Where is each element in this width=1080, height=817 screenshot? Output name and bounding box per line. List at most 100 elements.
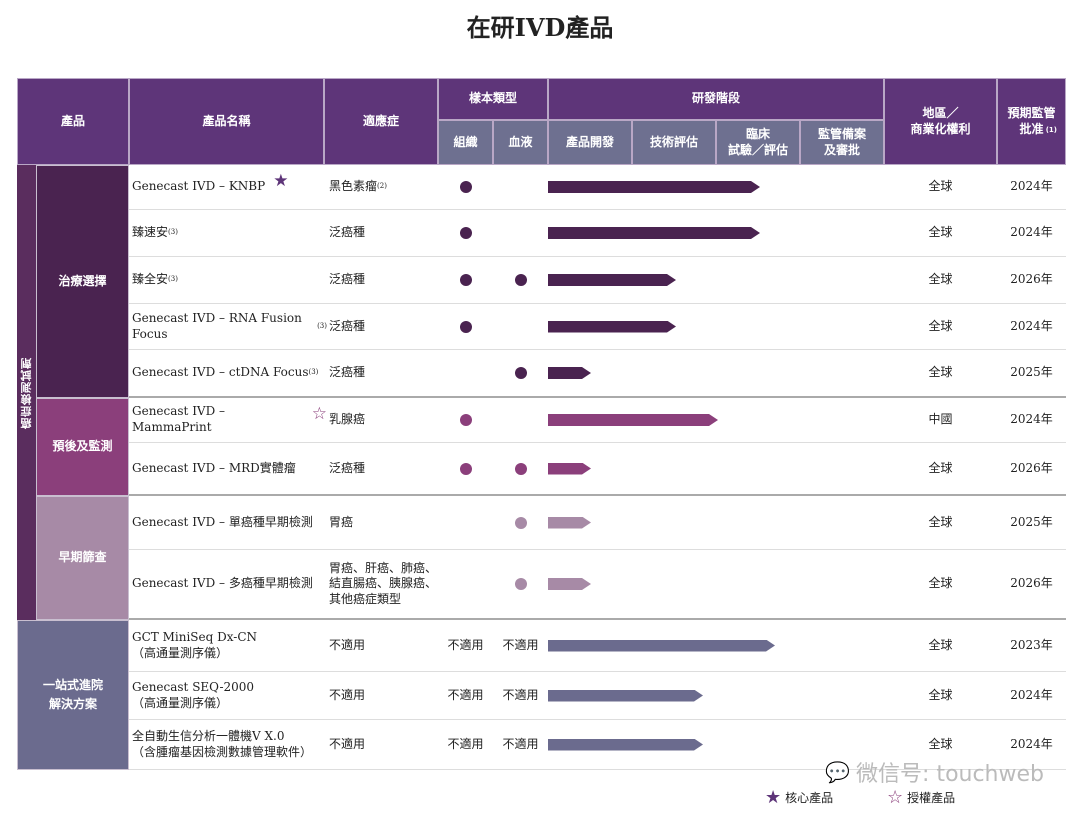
vertical-label-cancer-tests: 癌症檢測試劑 — [17, 165, 36, 620]
product-name: Genecast IVD – ctDNA Focus (3) — [132, 350, 327, 396]
category-treatment: 治療選擇 — [36, 165, 129, 398]
product-name: 臻速安 (3) — [132, 210, 327, 256]
product-name-text: Genecast IVD – RNA Fusion Focus — [132, 310, 302, 341]
expected-approval: 2025年 — [1010, 365, 1053, 380]
footnote-marker: (2) — [377, 182, 387, 191]
expected-approval: 2024年 — [1010, 412, 1053, 427]
blood-cell — [493, 350, 548, 396]
product-name-text: Genecast IVD – MammaPrint — [132, 404, 226, 434]
header-rd-stage: 研發階段 — [548, 78, 884, 120]
sample-dot — [459, 181, 472, 193]
indication: 泛癌種 — [329, 210, 443, 256]
indication: 不適用 — [329, 720, 443, 769]
indication-text: 不適用 — [329, 687, 366, 702]
legend-licensed: ☆ 授權產品 — [887, 787, 955, 808]
sample-dot — [459, 462, 472, 475]
tissue-value: 不適用 — [447, 687, 484, 702]
expected-approval: 2023年 — [1010, 637, 1053, 652]
category-screening: 早期篩查 — [36, 496, 129, 620]
region: 全球 — [928, 179, 953, 194]
filled-star-icon: ★ — [765, 787, 782, 808]
blood-cell — [493, 165, 548, 209]
blood-cell — [493, 550, 548, 618]
product-name: 臻全安 (3) — [132, 257, 327, 303]
progress-bar — [548, 181, 760, 193]
footnote-marker: (3) — [308, 368, 319, 377]
indication: 胃癌 — [329, 496, 443, 549]
table-row: Genecast IVD – ctDNA Focus (3) 泛癌種 全球 202… — [129, 350, 1066, 398]
indication: 胃癌、肝癌、肺癌、 結直腸癌、胰腺癌、 其他癌症類型 — [329, 550, 443, 618]
table-row: Genecast IVD – MRD實體瘤 泛癌種 全球 2026年 — [129, 443, 1066, 496]
progress-bar — [548, 640, 775, 652]
indication-text: 泛癌種 — [329, 225, 366, 240]
region: 全球 — [928, 318, 953, 333]
category-onestop: 一站式進院 解決方案 — [17, 620, 129, 770]
table-row: Genecast IVD – MammaPrint ☆ 乳腺癌 中國 2024年 — [129, 398, 1066, 443]
product-name: GCT MiniSeq Dx-CN （高通量測序儀） — [132, 620, 327, 671]
licensed-product-star-icon: ☆ — [311, 403, 327, 424]
blood-cell: 不適用 — [493, 672, 548, 719]
product-name-text: Genecast IVD – KNBP — [132, 179, 266, 194]
progress-bar — [548, 578, 591, 590]
tissue-cell — [438, 304, 493, 349]
product-name-text: Genecast IVD – MRD實體瘤 — [132, 460, 296, 475]
tissue-cell — [438, 257, 493, 303]
header-name: 產品名稱 — [129, 78, 324, 165]
indication: 泛癌種 — [329, 304, 443, 349]
table-row: 臻全安 (3) 泛癌種 全球 2026年 — [129, 257, 1066, 304]
product-name: Genecast IVD – KNBP ★ — [132, 165, 327, 209]
indication-text: 不適用 — [329, 637, 366, 652]
sample-dot — [459, 227, 472, 239]
sample-dot — [514, 462, 527, 475]
product-name: Genecast IVD – MRD實體瘤 — [132, 443, 327, 494]
product-name-text: 全自動生信分析一體機V X.0 （含腫瘤基因檢測數據管理軟件） — [132, 728, 313, 759]
header-product: 產品 — [17, 78, 129, 165]
table-row: Genecast IVD – 單癌種早期檢測 胃癌 全球 2025年 — [129, 496, 1066, 550]
region: 全球 — [928, 687, 953, 702]
expected-approval: 2026年 — [1010, 460, 1053, 475]
product-name-text: 臻全安 — [132, 272, 169, 287]
blood-cell: 不適用 — [493, 720, 548, 769]
legend-core: ★ 核心產品 — [765, 787, 833, 808]
tissue-value: 不適用 — [447, 637, 484, 652]
indication-text: 泛癌種 — [329, 460, 366, 475]
expected-approval: 2024年 — [1010, 318, 1053, 333]
expected-approval: 2024年 — [1010, 687, 1053, 702]
sample-dot — [459, 274, 472, 286]
indication-text: 胃癌 — [329, 514, 354, 529]
footnote-marker: (3) — [317, 321, 327, 330]
header-sample-type: 樣本類型 — [438, 78, 548, 120]
indication: 乳腺癌 — [329, 398, 443, 442]
tissue-value: 不適用 — [447, 736, 484, 751]
region: 全球 — [928, 365, 953, 380]
header-tissue: 組織 — [438, 120, 493, 165]
product-name-text: Genecast IVD – 單癌種早期檢測 — [132, 514, 313, 529]
table-row: Genecast IVD – RNA Fusion Focus (3) 泛癌種 全… — [129, 304, 1066, 350]
tissue-cell: 不適用 — [438, 620, 493, 671]
expected-approval: 2026年 — [1010, 576, 1053, 591]
blood-cell: 不適用 — [493, 620, 548, 671]
header-blood: 血液 — [493, 120, 548, 165]
progress-bar — [548, 321, 676, 333]
tissue-cell — [438, 496, 493, 549]
progress-bar — [548, 517, 591, 529]
tissue-cell — [438, 165, 493, 209]
watermark: 💬 微信号: touchweb — [825, 756, 1044, 788]
indication-text: 泛癌種 — [329, 272, 366, 287]
expected-approval: 2024年 — [1010, 225, 1053, 240]
sample-dot — [459, 320, 472, 333]
vertical-label-text: 癌症檢測試劑 — [19, 356, 33, 429]
sample-dot — [459, 414, 472, 426]
watermark-text: 微信号: touchweb — [856, 762, 1044, 787]
region: 全球 — [928, 460, 953, 475]
progress-bar — [548, 739, 703, 751]
tissue-cell — [438, 398, 493, 442]
progress-bar — [548, 367, 591, 379]
footnote-marker: (3) — [168, 228, 178, 237]
product-name-text: GCT MiniSeq Dx-CN （高通量測序儀） — [132, 629, 258, 660]
tissue-cell: 不適用 — [438, 672, 493, 719]
product-name-text: Genecast IVD – 多癌種早期檢測 — [132, 576, 313, 591]
footnote-marker: (3) — [168, 275, 178, 284]
category-prognosis: 預後及監測 — [36, 398, 129, 496]
indication-text: 黑色素瘤 — [329, 179, 378, 194]
